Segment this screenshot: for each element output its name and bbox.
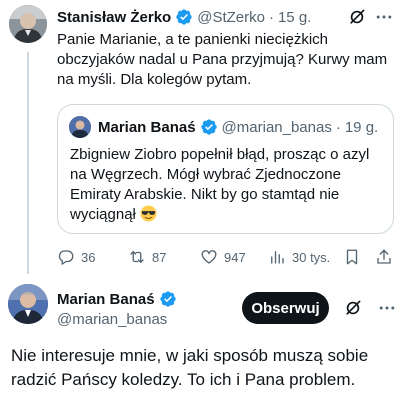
views-count: 30 tys. — [292, 249, 331, 265]
timestamp[interactable]: 15 g. — [278, 9, 311, 26]
tweet-text: Panie Marianie, a te panienki nieciężkic… — [57, 31, 388, 88]
verified-badge-icon[interactable] — [175, 8, 193, 26]
like-button[interactable]: 947 — [200, 247, 246, 267]
avatar[interactable] — [9, 5, 47, 43]
tweet-text: Nie interesuje mnie, w jaki sposób muszą… — [11, 346, 369, 389]
views-chart-icon — [271, 251, 284, 264]
heart-icon — [201, 250, 217, 264]
thread-connector-line — [27, 52, 29, 274]
quoted-tweet-body: Zbigniew Ziobro popełnił błąd, prosząc o… — [70, 146, 370, 223]
repost-button[interactable]: 87 — [128, 247, 166, 267]
like-count: 947 — [224, 249, 246, 265]
author-handle[interactable]: @StZerko — [197, 9, 265, 26]
author-handle: @marian_banas — [221, 118, 332, 136]
repost-count: 87 — [152, 249, 167, 265]
separator-dot: · — [335, 118, 341, 136]
quoted-tweet-text: Zbigniew Ziobro popełnił błąd, prosząc o… — [70, 145, 370, 225]
quoted-tweet-header: Marian Banaś @marian_banas · 19 g. — [98, 116, 385, 138]
verified-badge-icon — [200, 119, 217, 135]
verified-badge-icon[interactable] — [159, 290, 177, 308]
main-author-row: Marian Banaś — [57, 290, 177, 308]
bookmark-icon — [346, 249, 358, 265]
share-button[interactable] — [375, 247, 399, 267]
follow-button[interactable]: Obserwuj — [242, 292, 329, 324]
reply-count: 36 — [81, 249, 96, 265]
reply-button[interactable]: 36 — [57, 247, 95, 267]
grok-icon[interactable] — [343, 298, 363, 318]
more-options-icon[interactable] — [374, 7, 394, 27]
author-name[interactable]: Stanisław Żerko — [57, 9, 171, 26]
share-icon — [377, 249, 391, 264]
separator-dot: · — [268, 8, 274, 26]
repost-icon — [130, 251, 144, 263]
author-name[interactable]: Marian Banaś — [57, 291, 155, 308]
author-handle[interactable]: @marian_banas — [57, 311, 167, 328]
main-tweet: Marian Banaś @marian_banas Obserwuj Nie … — [0, 276, 404, 407]
sunglasses-emoji-icon — [140, 205, 157, 222]
author-name: Marian Banaś — [98, 118, 196, 136]
more-options-icon[interactable] — [377, 298, 397, 318]
timestamp: 19 g. — [344, 118, 379, 136]
avatar — [69, 116, 91, 138]
tweet-action-bar: 36 87 947 30 tys. — [57, 247, 397, 267]
reply-icon — [58, 250, 74, 265]
grok-icon[interactable] — [347, 7, 367, 27]
reply-tweet-header: Stanisław Żerko @StZerko · 15 g. — [57, 6, 394, 28]
reply-tweet[interactable]: Stanisław Żerko @StZerko · 15 g. Panie M… — [0, 0, 404, 274]
bookmark-button[interactable] — [343, 247, 367, 267]
views-button[interactable]: 30 tys. — [268, 247, 330, 267]
avatar[interactable] — [8, 284, 48, 324]
quoted-tweet[interactable]: Marian Banaś @marian_banas · 19 g. Zbign… — [57, 104, 394, 234]
